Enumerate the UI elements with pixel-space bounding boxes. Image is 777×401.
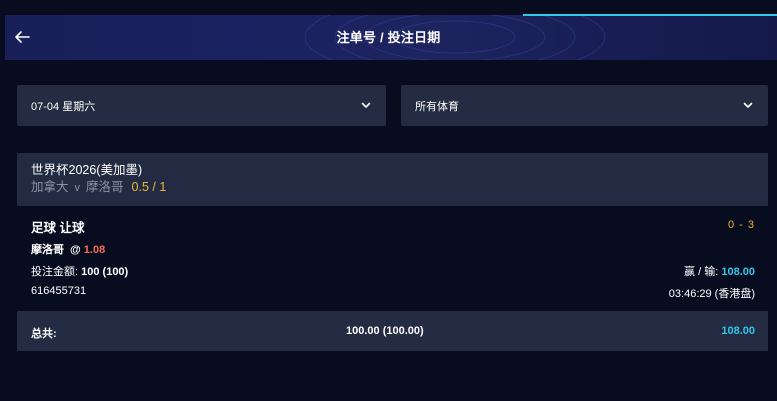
date-select[interactable]: 07-04 星期六	[17, 85, 386, 126]
odds-prefix: @	[70, 244, 81, 256]
header-accent-line	[523, 14, 777, 16]
bet-time: 03:46:29 (香港盘)	[668, 288, 755, 300]
bet-type: 足球 让球	[31, 221, 85, 235]
sport-select-value: 所有体育	[415, 100, 459, 113]
match-header: 世界杯2026(美加墨) 加拿大 v 摩洛哥 0.5 / 1	[17, 153, 768, 206]
stake-label: 投注金额:	[31, 266, 79, 278]
stake-row: 投注金额: 100 (100)	[31, 263, 128, 279]
date-select-value: 07-04 星期六	[31, 100, 96, 113]
match-teams: 加拿大 v 摩洛哥 0.5 / 1	[31, 179, 754, 196]
league-name: 世界杯2026(美加墨)	[31, 163, 143, 177]
chevron-down-icon	[361, 102, 371, 108]
winloss-value: 108.00	[721, 266, 755, 278]
odds-value: 1.08	[83, 244, 106, 256]
total-label: 总共:	[31, 328, 57, 340]
sport-select[interactable]: 所有体育	[401, 85, 768, 126]
ticket-id: 616455731	[31, 285, 87, 297]
selection-team: 摩洛哥	[31, 244, 64, 256]
winloss-row: 赢 / 输: 108.00	[684, 263, 755, 279]
match-score: 0 - 3	[727, 219, 755, 231]
total-stake: 100.00 (100.00)	[346, 325, 424, 337]
stake-value: 100 (100)	[81, 266, 129, 278]
chevron-down-icon	[743, 102, 753, 108]
total-win: 108.00	[721, 325, 755, 337]
away-team: 摩洛哥	[86, 180, 124, 194]
bet-selection: 摩洛哥 @ 1.08	[31, 241, 105, 257]
vs-label: v	[74, 182, 81, 194]
home-team: 加拿大	[31, 180, 69, 194]
page-title: 注单号 / 投注日期	[336, 30, 441, 45]
winloss-label: 赢 / 输:	[684, 266, 719, 278]
handicap-value: 0.5 / 1	[131, 180, 167, 194]
total-bar: 总共: 100.00 (100.00) 108.00	[17, 311, 768, 351]
